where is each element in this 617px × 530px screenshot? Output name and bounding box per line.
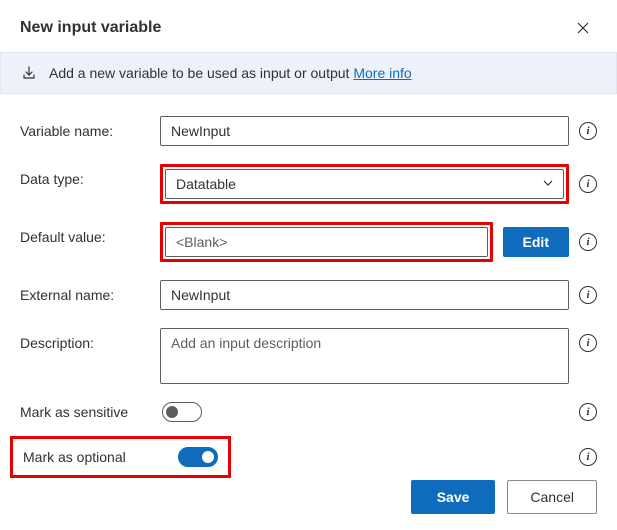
label-mark-optional: Mark as optional: [23, 449, 126, 465]
row-mark-sensitive: Mark as sensitive i: [20, 402, 597, 422]
label-default-value: Default value:: [20, 222, 150, 245]
data-type-select[interactable]: Datatable: [165, 169, 564, 199]
cancel-button[interactable]: Cancel: [507, 480, 597, 514]
save-button[interactable]: Save: [411, 480, 496, 514]
info-icon[interactable]: i: [579, 233, 597, 251]
label-description: Description:: [20, 328, 150, 351]
banner-text: Add a new variable to be used as input o…: [49, 65, 412, 81]
download-icon: [21, 65, 37, 81]
info-icon[interactable]: i: [579, 122, 597, 140]
label-data-type: Data type:: [20, 164, 150, 187]
mark-sensitive-toggle[interactable]: [162, 402, 202, 422]
info-banner: Add a new variable to be used as input o…: [0, 52, 617, 94]
external-name-input[interactable]: [160, 280, 569, 310]
more-info-link[interactable]: More info: [353, 65, 411, 81]
row-description: Description: i: [20, 328, 597, 384]
info-icon[interactable]: i: [579, 175, 597, 193]
row-variable-name: Variable name: i: [20, 116, 597, 146]
description-input[interactable]: [160, 328, 569, 384]
form-body: Variable name: i Data type: Datatable i: [0, 94, 617, 500]
info-icon[interactable]: i: [579, 403, 597, 421]
row-external-name: External name: i: [20, 280, 597, 310]
new-input-variable-dialog: New input variable Add a new variable to…: [0, 0, 617, 500]
dialog-title: New input variable: [20, 19, 161, 37]
info-icon[interactable]: i: [579, 286, 597, 304]
info-icon[interactable]: i: [579, 334, 597, 352]
close-button[interactable]: [569, 14, 597, 42]
default-value-display: <Blank>: [165, 227, 488, 257]
dialog-header: New input variable: [0, 0, 617, 52]
close-icon: [577, 22, 589, 34]
default-value-highlight: <Blank>: [160, 222, 493, 262]
dialog-footer: Save Cancel: [0, 464, 617, 530]
edit-button[interactable]: Edit: [503, 227, 569, 257]
label-mark-sensitive: Mark as sensitive: [20, 404, 128, 420]
row-default-value: Default value: <Blank> Edit i: [20, 222, 597, 262]
label-variable-name: Variable name:: [20, 116, 150, 139]
row-data-type: Data type: Datatable i: [20, 164, 597, 204]
data-type-highlight: Datatable: [160, 164, 569, 204]
label-external-name: External name:: [20, 280, 150, 303]
variable-name-input[interactable]: [160, 116, 569, 146]
